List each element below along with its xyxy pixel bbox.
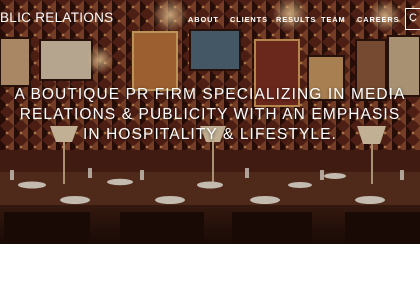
nav-item-careers[interactable]: CAREERS bbox=[357, 15, 399, 24]
brand-logo-text[interactable]: BLIC RELATIONS bbox=[0, 10, 113, 25]
tagline-line: RELATIONS & PUBLICITY WITH AN EMPHASIS bbox=[19, 106, 401, 123]
nav-item-team[interactable]: TEAM bbox=[321, 15, 346, 24]
tagline-line: IN HOSPITALITY & LIFESTYLE. bbox=[83, 126, 337, 143]
nav-item-results[interactable]: RESULTS bbox=[276, 15, 316, 24]
nav-item-about[interactable]: ABOUT bbox=[188, 15, 219, 24]
tagline-line: A BOUTIQUE PR FIRM SPECIALIZING IN MEDIA bbox=[14, 86, 406, 103]
hero-tagline: A BOUTIQUE PR FIRM SPECIALIZING IN MEDIA… bbox=[0, 85, 420, 145]
contact-button[interactable]: C bbox=[405, 8, 420, 30]
nav-item-clients[interactable]: CLIENTS bbox=[230, 15, 268, 24]
